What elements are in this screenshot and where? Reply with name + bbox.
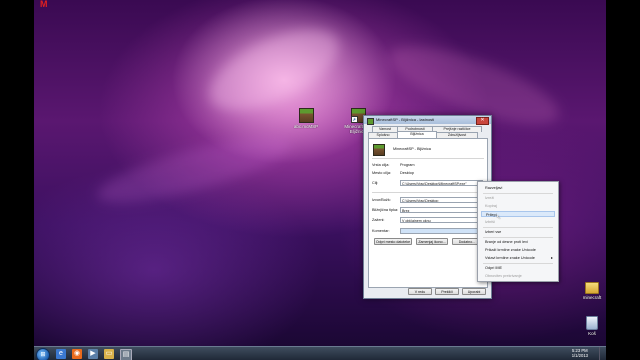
shortcut-key-input[interactable]: Brez: [400, 207, 483, 213]
cancel-button[interactable]: Prekliči: [435, 288, 459, 295]
menu-item-open-ime[interactable]: Odpri IME: [485, 265, 555, 271]
start-in-input[interactable]: C:\Users\Vrac\Desktop: [400, 197, 483, 203]
shortcut-arrow-icon: ↗: [350, 116, 358, 123]
internet-explorer-icon[interactable]: e: [56, 349, 66, 359]
target-location-value: Desktop: [400, 171, 414, 175]
desktop-icon-recycle-bin[interactable]: Koš: [572, 316, 606, 336]
shortcut-tab-panel: MinecraftSP - Bljižnica Vrsta cilja: Pro…: [368, 138, 488, 288]
dialog-titlebar[interactable]: MinecraftSP - Bljižnica - lastnosti ✕: [364, 116, 491, 125]
minecraft-block-icon: [298, 108, 314, 123]
menu-item-cut[interactable]: Izreži: [485, 195, 555, 201]
menu-separator: [483, 263, 553, 264]
minecraft-title-icon: [367, 117, 374, 125]
target-location-label: Mesto cilja:: [372, 171, 391, 175]
minecraft-shortcut-large-icon: [373, 144, 385, 156]
divider: [372, 192, 484, 193]
change-icon-button[interactable]: Zamenjaj ikono...: [416, 238, 448, 245]
menu-item-copy[interactable]: Kopiraj: [485, 203, 555, 209]
menu-separator: [483, 193, 553, 194]
menu-separator: [483, 227, 553, 228]
start-button[interactable]: ⊞: [36, 348, 50, 360]
left-letterbox: [0, 0, 34, 360]
shortcut-name: MinecraftSP - Bljižnica: [393, 147, 431, 151]
desktop-icon-folder[interactable]: minecraft: [572, 282, 606, 300]
run-select[interactable]: V običajnem oknu ▾: [400, 217, 483, 223]
run-select-value: V običajnem oknu: [402, 219, 431, 223]
desktop[interactable]: abc.mcMSP ↗ MinecraftSP - Bljižnica mine…: [34, 0, 606, 346]
mouse-cursor-icon: ↖: [496, 215, 502, 221]
tab-bliznjica[interactable]: Bljižnica: [397, 131, 437, 138]
ok-button[interactable]: V redu: [408, 288, 432, 295]
context-menu: Razveljavi Izreži Kopiraj Prilepi Izbriš…: [477, 181, 559, 282]
taskbar: ⊞ e ◉ ▶ ▭ ▤ 5:23 PM 1/1/2013: [34, 346, 606, 360]
menu-item-paste[interactable]: Prilepi: [481, 211, 555, 217]
menu-item-insert-unicode[interactable]: Vstavi krmilne znake Unicode ▸: [485, 255, 555, 261]
properties-dialog: MinecraftSP - Bljižnica - lastnosti ✕ Va…: [363, 115, 492, 299]
desktop-icon-label: minecraft: [582, 295, 602, 300]
target-input[interactable]: C:\Users\Vrac\Desktop\MinecraftSP.exe": [400, 180, 483, 186]
menu-item-undo[interactable]: Razveljavi: [485, 185, 555, 191]
comment-input[interactable]: [400, 228, 483, 234]
shortcut-key-label: Bližnjična tipka:: [372, 208, 399, 212]
media-player-icon[interactable]: ▶: [88, 349, 98, 359]
target-type-value: Program: [400, 163, 415, 167]
close-button[interactable]: ✕: [476, 117, 489, 125]
menu-item-select-all[interactable]: Izberi vse: [485, 229, 555, 235]
menu-item-rtl[interactable]: Branje od desne proti levi: [485, 239, 555, 245]
apply-button[interactable]: Uporabi: [462, 288, 486, 295]
firefox-icon[interactable]: ◉: [72, 349, 82, 359]
recycle-bin-icon: [586, 316, 598, 330]
folder-icon: [585, 282, 599, 294]
comment-label: Komentar:: [372, 229, 390, 233]
properties-window-taskbar-icon[interactable]: ▤: [120, 349, 132, 360]
menu-item-show-unicode[interactable]: Prikaži krmilne znake Unicode: [485, 247, 555, 253]
desktop-icon-label: abc.mcMSP: [293, 124, 319, 129]
screen: abc.mcMSP ↗ MinecraftSP - Bljižnica mine…: [0, 0, 640, 360]
divider: [372, 158, 484, 159]
desktop-icon-label: Koš: [588, 331, 596, 336]
menu-separator: [483, 237, 553, 238]
open-file-location-button[interactable]: Odpri mesto datoteke: [374, 238, 412, 245]
show-desktop-button[interactable]: [599, 347, 606, 360]
menu-item-insert-unicode-label: Vstavi krmilne znake Unicode: [485, 256, 535, 260]
submenu-arrow-icon: ▸: [550, 255, 553, 260]
dialog-title: MinecraftSP - Bljižnica - lastnosti: [376, 117, 435, 122]
menu-item-reconversion[interactable]: Obnovitev prekrivanje: [485, 273, 555, 279]
recording-logo-icon: M: [40, 0, 48, 9]
target-label: Cilj:: [372, 181, 379, 185]
clock[interactable]: 5:23 PM 1/1/2013: [572, 348, 588, 358]
right-letterbox: [606, 0, 640, 360]
desktop-icon-minecraft-file[interactable]: abc.mcMSP: [286, 108, 326, 129]
run-label: Zaženi:: [372, 218, 385, 222]
target-type-label: Vrsta cilja:: [372, 163, 390, 167]
explorer-folder-icon[interactable]: ▭: [104, 349, 114, 359]
start-in-label: Izvor/Božk:: [372, 198, 391, 202]
clock-date: 1/1/2013: [571, 353, 588, 358]
